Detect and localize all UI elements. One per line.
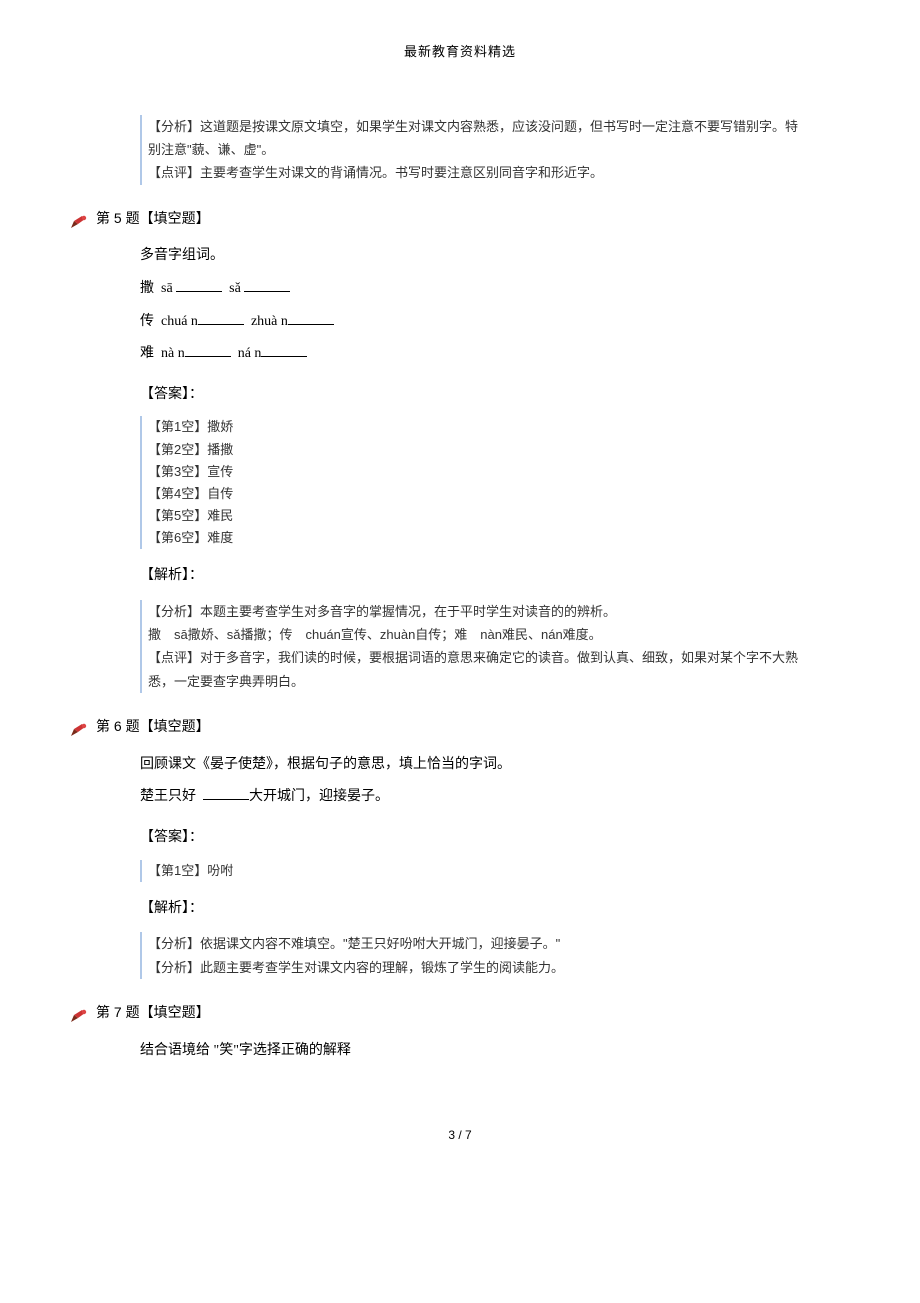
q5-line-chuan: 传 chuá n zhuà n bbox=[140, 309, 810, 336]
answer-line: 【第2空】播撒 bbox=[148, 439, 810, 461]
answer-line: 【第1空】吩咐 bbox=[148, 860, 810, 882]
page-footer: 3 / 7 bbox=[110, 1124, 810, 1147]
q6-jiexi-block: 【分析】依据课文内容不难填空。"楚王只好吩咐大开城门，迎接晏子。" 【分析】此题… bbox=[140, 932, 810, 979]
question-label: 第 6 题【填空题】 bbox=[96, 713, 210, 740]
answer-line: 【第4空】自传 bbox=[148, 483, 810, 505]
q6-answer-label: 【答案】： bbox=[140, 825, 810, 852]
q6-sentence: 楚王只好 大开城门，迎接晏子。 bbox=[140, 784, 810, 811]
q5-answer-label: 【答案】： bbox=[140, 382, 810, 409]
pin-icon bbox=[70, 1005, 88, 1019]
q5-answer-block: 【第1空】撒娇 【第2空】播撒 【第3空】宣传 【第4空】自传 【第5空】难民 … bbox=[140, 416, 810, 549]
analysis-line: 【点评】对于多音字，我们读的时候，要根据词语的意思来确定它的读音。做到认真、细致… bbox=[148, 646, 810, 693]
q6-intro: 回顾课文《晏子使楚》，根据句子的意思，填上恰当的字词。 bbox=[140, 752, 810, 779]
question-label: 第 7 题【填空题】 bbox=[96, 999, 210, 1026]
q6-jiexi-label: 【解析】： bbox=[140, 896, 810, 923]
answer-line: 【第6空】难度 bbox=[148, 527, 810, 549]
q7-intro: 结合语境给 "笑"字选择正确的解释 bbox=[140, 1038, 810, 1065]
answer-line: 【第1空】撒娇 bbox=[148, 416, 810, 438]
q5-jiexi-block: 【分析】本题主要考查学生对多音字的掌握情况，在于平时学生对读音的的辨析。 撒 s… bbox=[140, 600, 810, 694]
question-5-heading: 第 5 题【填空题】 bbox=[70, 205, 810, 232]
q6-answer-block: 【第1空】吩咐 bbox=[140, 860, 810, 882]
q5-line-nan: 难 nà n ná n bbox=[140, 341, 810, 368]
pin-icon bbox=[70, 719, 88, 733]
analysis-line: 【分析】这道题是按课文原文填空，如果学生对课文内容熟悉，应该没问题，但书写时一定… bbox=[148, 115, 810, 162]
prev-analysis-block: 【分析】这道题是按课文原文填空，如果学生对课文内容熟悉，应该没问题，但书写时一定… bbox=[140, 115, 810, 185]
q5-intro: 多音字组词。 bbox=[140, 243, 810, 270]
question-label: 第 5 题【填空题】 bbox=[96, 205, 210, 232]
answer-line: 【第5空】难民 bbox=[148, 505, 810, 527]
q5-jiexi-label: 【解析】： bbox=[140, 563, 810, 590]
question-6-heading: 第 6 题【填空题】 bbox=[70, 713, 810, 740]
analysis-line: 【分析】依据课文内容不难填空。"楚王只好吩咐大开城门，迎接晏子。" bbox=[148, 932, 810, 955]
analysis-line: 【分析】此题主要考查学生对课文内容的理解，锻炼了学生的阅读能力。 bbox=[148, 956, 810, 979]
analysis-line: 【分析】本题主要考查学生对多音字的掌握情况，在于平时学生对读音的的辨析。 bbox=[148, 600, 810, 623]
analysis-line: 【点评】主要考查学生对课文的背诵情况。书写时要注意区别同音字和形近字。 bbox=[148, 161, 810, 184]
question-7-heading: 第 7 题【填空题】 bbox=[70, 999, 810, 1026]
answer-line: 【第3空】宣传 bbox=[148, 461, 810, 483]
pin-icon bbox=[70, 211, 88, 225]
page-header: 最新教育资料精选 bbox=[110, 40, 810, 65]
analysis-line: 撒 sā撒娇、sǎ播撒；传 chuán宣传、zhuàn自传；难 nàn难民、ná… bbox=[148, 623, 810, 646]
q5-line-sa: 撒 sā sǎ bbox=[140, 276, 810, 303]
